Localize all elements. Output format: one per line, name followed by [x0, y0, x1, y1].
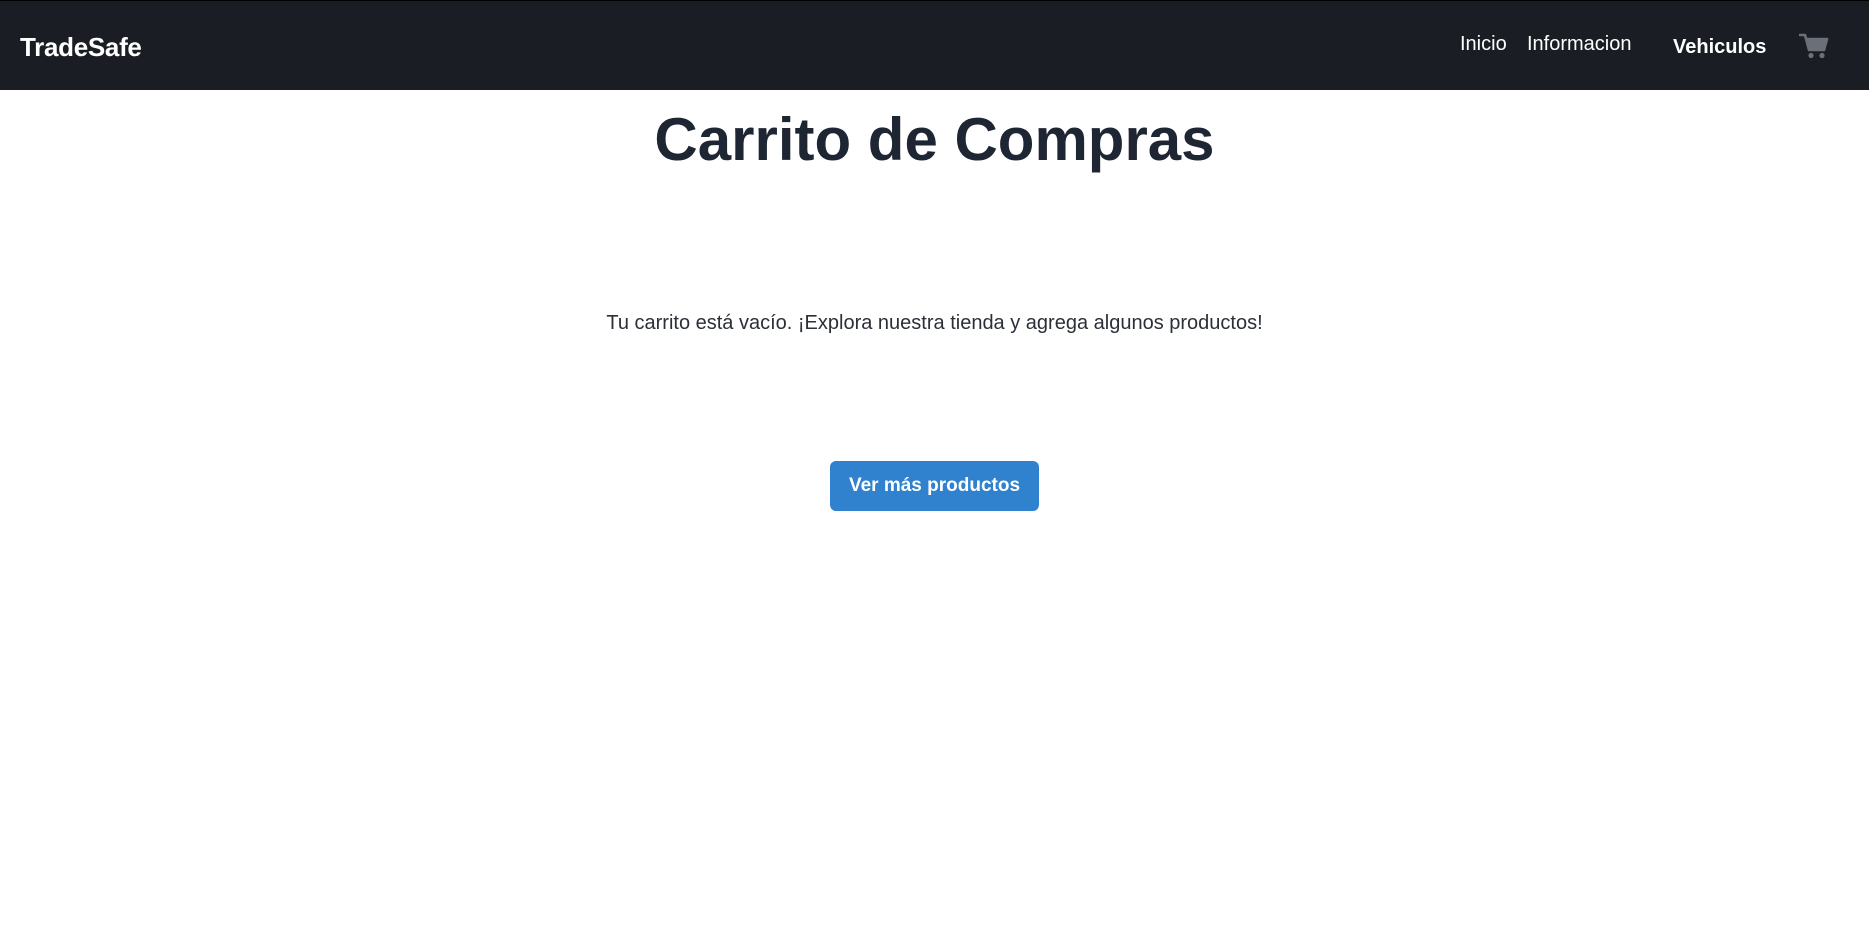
see-more-products-button[interactable]: Ver más productos — [830, 461, 1039, 511]
empty-cart-message: Tu carrito está vacío. ¡Explora nuestra … — [606, 312, 1263, 334]
nav-link-inicio[interactable]: Inicio — [1460, 33, 1507, 56]
page-title: Carrito de Compras — [654, 106, 1215, 173]
top-navbar: TradeSafe Inicio Informacion Vehiculos — [0, 0, 1869, 90]
shopping-cart-icon[interactable] — [1798, 32, 1829, 60]
nav-link-vehiculos[interactable]: Vehiculos — [1673, 36, 1766, 59]
shopping-cart-icon-svg — [1798, 33, 1829, 59]
nav-link-informacion[interactable]: Informacion — [1527, 33, 1632, 56]
brand-logo-link[interactable]: TradeSafe — [20, 32, 142, 63]
